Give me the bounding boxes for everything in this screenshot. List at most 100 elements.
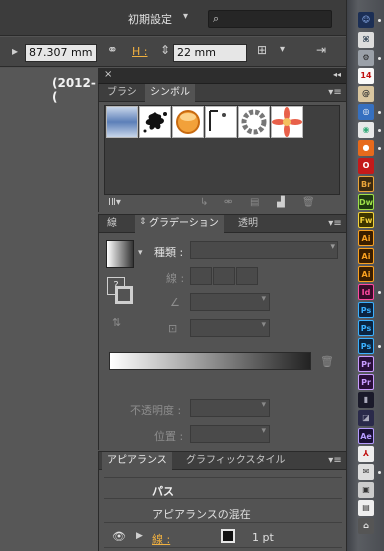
search-icon: ⌕ bbox=[213, 12, 220, 25]
chevron-down-icon[interactable]: ▾ bbox=[183, 11, 188, 22]
running-indicator bbox=[378, 129, 381, 132]
safari-icon[interactable]: ◎ bbox=[358, 104, 374, 120]
illustrator-icon[interactable]: Ai bbox=[358, 248, 374, 264]
stroke-box-icon[interactable] bbox=[115, 286, 133, 304]
chevron-down-icon[interactable]: ▾ bbox=[138, 248, 143, 258]
launchpad-icon[interactable]: ⌘ bbox=[358, 32, 374, 48]
tab-transparency[interactable]: 透明 bbox=[233, 215, 263, 233]
symbol-swatch-flower[interactable] bbox=[271, 106, 303, 138]
indesign-icon[interactable]: Id bbox=[358, 284, 374, 300]
photoshop-icon[interactable]: Ps bbox=[358, 302, 374, 318]
symbol-panel-tabs: ブラシ シンボル ▾≡ bbox=[99, 84, 346, 102]
tab-gradient[interactable]: グラデーション bbox=[135, 215, 224, 233]
appearance-row-path[interactable]: パス bbox=[104, 477, 342, 499]
link-icon[interactable]: ⚭ bbox=[107, 43, 118, 58]
angle-icon: ∠ bbox=[170, 296, 180, 309]
panel-menu-icon[interactable]: ▾≡ bbox=[328, 87, 342, 99]
mixed-appearance-label: アピアランスの混在 bbox=[152, 508, 251, 521]
running-indicator bbox=[378, 19, 381, 22]
chrome-icon[interactable]: ◉ bbox=[358, 122, 374, 138]
height-field[interactable]: 22 mm bbox=[173, 44, 247, 62]
app-icon[interactable]: ▮ bbox=[358, 392, 374, 408]
app-icon[interactable]: ⌂ bbox=[358, 518, 374, 534]
chevron-down-icon[interactable]: ▾ bbox=[280, 44, 285, 55]
illustrator-icon[interactable]: Ai bbox=[358, 266, 374, 282]
system-preferences-icon[interactable]: ⚙ bbox=[358, 50, 374, 66]
library-icon[interactable]: IⅡ▾ bbox=[108, 197, 121, 208]
appearance-row-mixed[interactable]: アピアランスの混在 bbox=[104, 501, 342, 523]
address-book-icon[interactable]: @ bbox=[358, 86, 374, 102]
premiere-icon[interactable]: Pr bbox=[358, 356, 374, 372]
firefox-icon[interactable]: ● bbox=[358, 140, 374, 156]
app-icon[interactable]: ▣ bbox=[358, 482, 374, 498]
chevron-down-icon: ▾ bbox=[261, 294, 266, 304]
symbol-swatch-splat[interactable] bbox=[139, 106, 171, 138]
illustrator-icon[interactable]: Ai bbox=[358, 230, 374, 246]
app-icon[interactable]: ▤ bbox=[358, 500, 374, 516]
symbol-swatch-ring[interactable] bbox=[238, 106, 270, 138]
finder-icon[interactable]: ☺ bbox=[358, 12, 374, 28]
symbol-swatch-blue-bar[interactable] bbox=[106, 106, 138, 138]
photoshop-icon[interactable]: Ps bbox=[358, 320, 374, 336]
tab-symbol[interactable]: シンボル bbox=[145, 84, 195, 102]
position-field[interactable]: ▾ bbox=[190, 425, 270, 443]
panel-menu-icon[interactable]: ▾≡ bbox=[328, 218, 342, 230]
transform-icon[interactable]: ⊞ bbox=[257, 43, 267, 57]
stroke-gradient-within-button[interactable] bbox=[190, 267, 212, 285]
panel-menu-icon[interactable]: ⇥ bbox=[316, 43, 326, 57]
appearance-row-stroke[interactable]: 👁 ▶ 線 : 1 pt bbox=[104, 526, 342, 548]
stroke-swatch[interactable] bbox=[221, 529, 235, 543]
stroke-gradient-along-button[interactable] bbox=[213, 267, 235, 285]
stepper-icon[interactable]: ⇕ bbox=[160, 43, 170, 57]
dreamweaver-icon[interactable]: Dw bbox=[358, 194, 374, 210]
after-effects-icon[interactable]: Ae bbox=[358, 428, 374, 444]
expand-arrow-icon[interactable]: ▶ bbox=[136, 531, 143, 541]
collapse-icon[interactable]: ◂◂ bbox=[333, 70, 341, 79]
symbol-swatch-orange-button[interactable] bbox=[172, 106, 204, 138]
app-icon[interactable]: ◪ bbox=[358, 410, 374, 426]
tab-appearance[interactable]: アピアランス bbox=[102, 452, 172, 470]
fireworks-icon[interactable]: Fw bbox=[358, 212, 374, 228]
gradient-type-select[interactable]: ▾ bbox=[190, 241, 338, 259]
workspace-switcher[interactable]: 初期設定 bbox=[128, 11, 172, 27]
symbol-swatches bbox=[104, 105, 340, 195]
place-icon[interactable]: ↳ bbox=[200, 197, 208, 208]
width-field[interactable]: 87.307 mm bbox=[25, 44, 97, 62]
gradient-slider[interactable] bbox=[109, 352, 311, 370]
control-bar: ▸ 87.307 mm ⚭ H : ⇕ 22 mm ⊞ ▾ ⇥ bbox=[0, 37, 346, 67]
stroke-label[interactable]: 線 : bbox=[152, 531, 170, 547]
close-icon[interactable]: × bbox=[104, 69, 112, 80]
gradient-swatch[interactable] bbox=[106, 240, 134, 268]
swap-icon: ⇅ bbox=[112, 316, 122, 329]
opera-icon[interactable]: O bbox=[358, 158, 374, 174]
symbol-panel-footer: IⅡ▾ ↳ ⚮ ▤ ▟ 🗑 bbox=[104, 196, 340, 212]
app-icon[interactable]: ✉ bbox=[358, 464, 374, 480]
tab-stroke[interactable]: 線 bbox=[102, 215, 122, 233]
trash-icon[interactable]: 🗑 bbox=[320, 355, 334, 368]
symbol-swatch-corner[interactable] bbox=[205, 106, 237, 138]
appearance-panel-tabs: アピアランス グラフィックスタイル ▾≡ bbox=[99, 452, 346, 470]
options-icon[interactable]: ▤ bbox=[250, 197, 259, 208]
tab-graphic-styles[interactable]: グラフィックスタイル bbox=[181, 452, 291, 470]
application-bar: 初期設定 ▾ ⌕ bbox=[0, 0, 346, 36]
position-label: 位置 : bbox=[154, 430, 184, 443]
stroke-gradient-across-button[interactable] bbox=[236, 267, 258, 285]
bridge-icon[interactable]: Br bbox=[358, 176, 374, 192]
chevron-down-icon: ▾ bbox=[261, 400, 266, 410]
opacity-field[interactable]: ▾ bbox=[190, 399, 270, 417]
acrobat-icon[interactable]: ⅄ bbox=[358, 446, 374, 462]
trash-icon[interactable]: 🗑 bbox=[302, 197, 315, 208]
premiere-icon[interactable]: Pr bbox=[358, 374, 374, 390]
search-input[interactable]: ⌕ bbox=[208, 10, 332, 28]
photoshop-icon[interactable]: Ps bbox=[358, 338, 374, 354]
height-label: H : bbox=[132, 45, 148, 58]
angle-field[interactable]: ▾ bbox=[190, 293, 270, 311]
panel-menu-icon[interactable]: ▾≡ bbox=[328, 455, 342, 467]
calendar-icon[interactable]: 14 bbox=[358, 68, 374, 84]
tab-brush[interactable]: ブラシ bbox=[102, 84, 142, 102]
aspect-ratio-field[interactable]: ▾ bbox=[190, 319, 270, 337]
eye-icon[interactable]: 👁 bbox=[112, 530, 126, 543]
break-link-icon[interactable]: ⚮ bbox=[224, 197, 232, 208]
new-symbol-icon[interactable]: ▟ bbox=[277, 197, 285, 208]
chevron-down-icon: ▾ bbox=[261, 320, 266, 330]
